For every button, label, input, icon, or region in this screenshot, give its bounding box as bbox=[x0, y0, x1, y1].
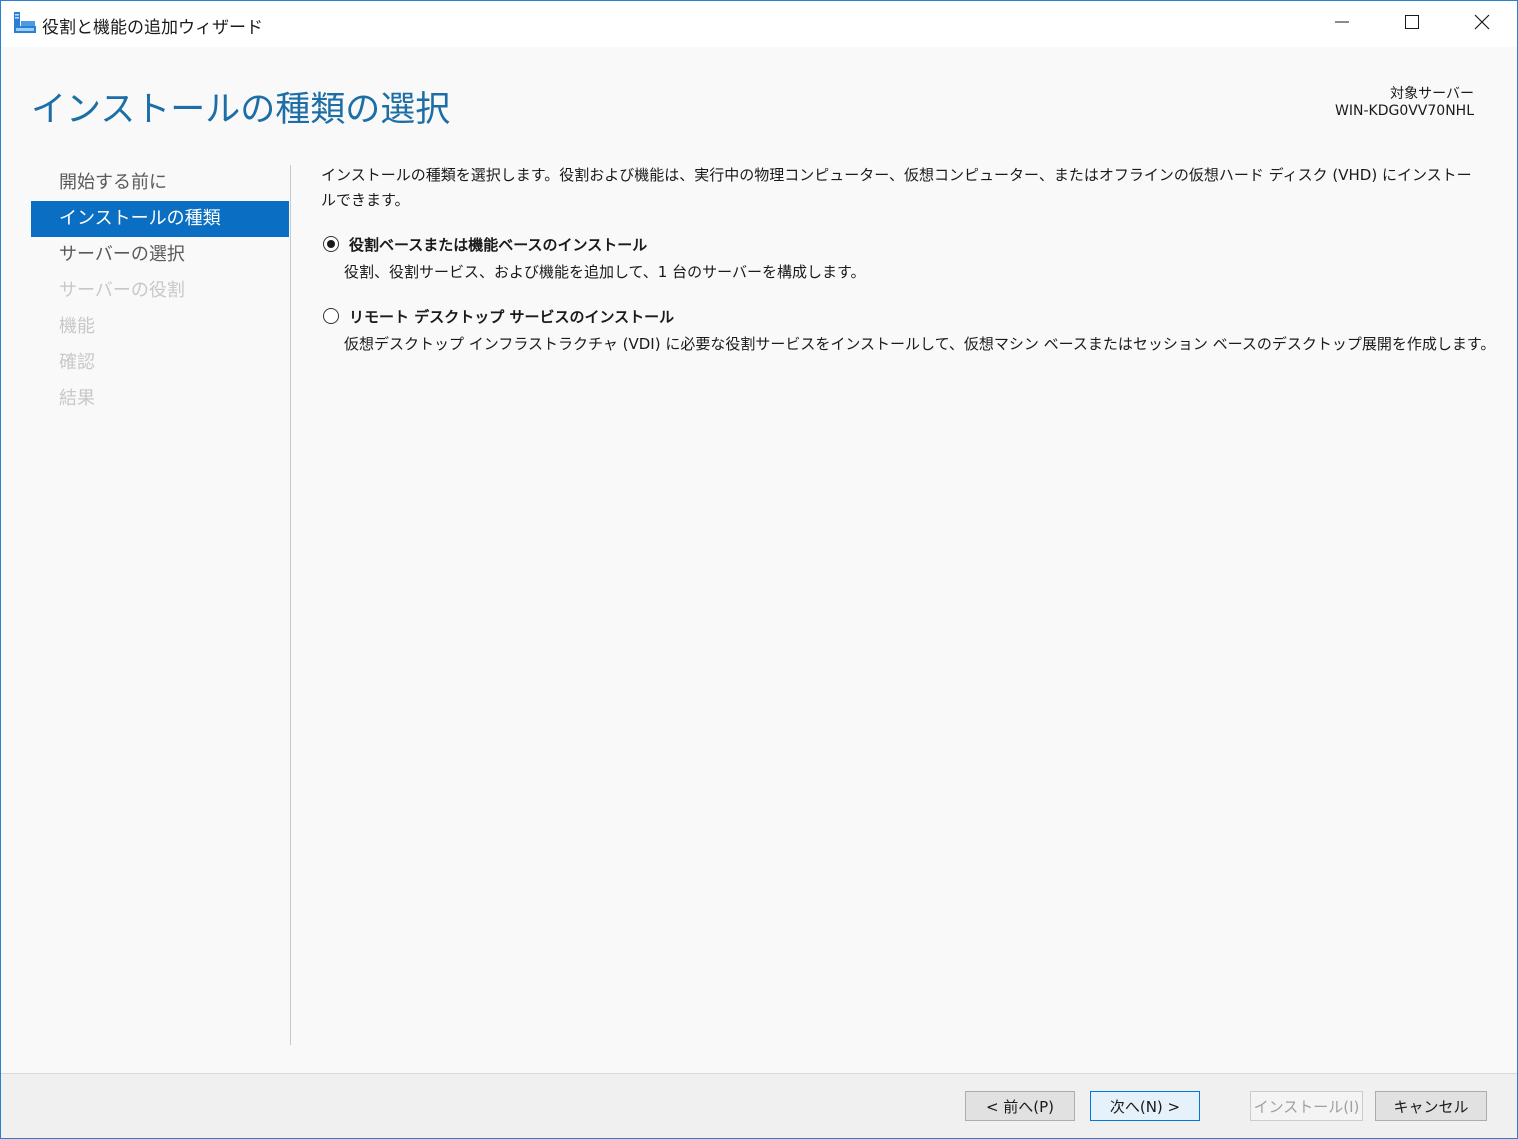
main-content: インストールの種類を選択します。役割および機能は、実行中の物理コンピューター、仮… bbox=[321, 163, 1495, 353]
target-server-label: 対象サーバー bbox=[1390, 86, 1474, 102]
maximize-button[interactable] bbox=[1377, 1, 1447, 47]
server-manager-icon bbox=[13, 12, 37, 34]
nav-item-installation-type[interactable]: インストールの種類 bbox=[31, 201, 289, 237]
nav-item-before-you-begin[interactable]: 開始する前に bbox=[31, 165, 289, 201]
option-description: 仮想デスクトップ インフラストラクチャ (VDI) に必要な役割サービスをインス… bbox=[344, 335, 1496, 353]
nav-item-confirmation: 確認 bbox=[59, 352, 95, 373]
radio-remote-desktop[interactable] bbox=[323, 308, 339, 324]
close-button[interactable] bbox=[1447, 1, 1517, 47]
installation-type-description: インストールの種類を選択します。役割および機能は、実行中の物理コンピューター、仮… bbox=[321, 166, 1472, 209]
nav-item-server-roles: サーバーの役割 bbox=[59, 280, 185, 301]
page-title: インストールの種類の選択 bbox=[31, 90, 451, 130]
option-label[interactable]: 役割ベースまたは機能ベースのインストール bbox=[349, 234, 647, 255]
close-icon bbox=[1474, 14, 1490, 34]
target-server-name: WIN-KDG0VV70NHL bbox=[1335, 103, 1474, 119]
nav-item-features: 機能 bbox=[59, 316, 95, 337]
window-title: 役割と機能の追加ウィザード bbox=[42, 18, 263, 38]
wizard-footer: < 前へ(P) 次へ(N) > インストール(I) キャンセル bbox=[1, 1073, 1517, 1138]
minimize-button[interactable] bbox=[1307, 1, 1377, 47]
wizard-window: 役割と機能の追加ウィザード インストールの種類の選択 対象サーバー WIN-KD… bbox=[0, 0, 1518, 1139]
option-label[interactable]: リモート デスクトップ サービスのインストール bbox=[349, 306, 674, 327]
cancel-button[interactable]: キャンセル bbox=[1375, 1091, 1487, 1121]
nav-item-results: 結果 bbox=[59, 388, 95, 409]
maximize-icon bbox=[1404, 14, 1420, 34]
radio-selected-dot bbox=[327, 240, 335, 248]
previous-button[interactable]: < 前へ(P) bbox=[965, 1091, 1075, 1121]
minimize-icon bbox=[1334, 14, 1350, 34]
option-description: 役割、役割サービス、および機能を追加して、1 台のサーバーを構成します。 bbox=[344, 263, 866, 281]
radio-role-based[interactable] bbox=[323, 236, 339, 252]
nav-item-server-selection[interactable]: サーバーの選択 bbox=[31, 237, 289, 273]
title-bar[interactable]: 役割と機能の追加ウィザード bbox=[1, 1, 1517, 47]
wizard-steps-nav: 開始する前に インストールの種類 サーバーの選択 サーバーの役割 機能 確認 結… bbox=[31, 165, 289, 417]
nav-divider bbox=[290, 165, 291, 1045]
next-button[interactable]: 次へ(N) > bbox=[1090, 1091, 1200, 1121]
install-button: インストール(I) bbox=[1250, 1091, 1363, 1121]
